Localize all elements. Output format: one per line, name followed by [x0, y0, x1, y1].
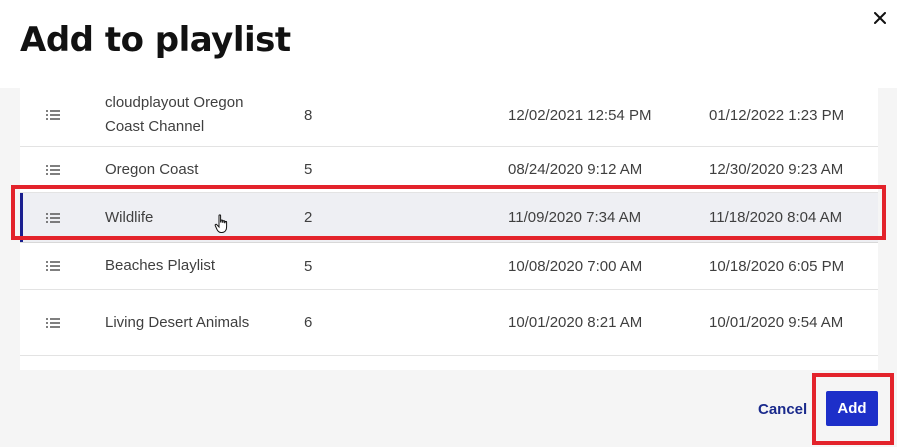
- playlist-item-count: 2: [304, 209, 313, 226]
- playlist-name: Living Desert Animals: [105, 313, 250, 331]
- playlist-created-date: 08/24/2020 9:12 AM: [508, 161, 643, 178]
- playlist-modified-date: 10/18/2020 6:05 PM: [709, 257, 845, 275]
- add-to-playlist-dialog: Add to playlist cloudplayout Oregon Coas…: [0, 0, 897, 447]
- playlist-row[interactable]: Living Desert Animals 6 10/01/2020 8:21 …: [20, 290, 878, 356]
- playlist-row[interactable]: cloudplayout Oregon Coast Channel 8 12/0…: [20, 88, 878, 147]
- hand-cursor-icon: [214, 214, 228, 233]
- playlist-created-date: 11/09/2020 7:34 AM: [508, 209, 642, 226]
- playlist-item-count: 8: [304, 106, 313, 124]
- list-icon: [46, 290, 60, 355]
- playlist-item-count: 5: [304, 257, 313, 275]
- playlist-item-count: 5: [304, 161, 313, 178]
- dialog-title: Add to playlist: [20, 20, 291, 60]
- playlist-created-date: 10/08/2020 7:00 AM: [508, 257, 643, 275]
- list-icon: [46, 88, 60, 146]
- list-icon: [46, 193, 60, 242]
- dialog-header: Add to playlist: [0, 0, 897, 88]
- playlist-modified-date: 11/18/2020 8:04 AM: [709, 209, 843, 226]
- playlist-name: Wildlife: [105, 208, 154, 226]
- close-button[interactable]: [868, 6, 892, 30]
- playlist-created-date: 12/02/2021 12:54 PM: [508, 106, 652, 124]
- playlist-row-selected[interactable]: Wildlife 2 11/09/2020 7:34 AM 11/18/2020…: [20, 193, 878, 243]
- close-icon: [874, 12, 886, 24]
- playlist-modified-date: 12/30/2020 9:23 AM: [709, 161, 844, 178]
- list-icon: [46, 147, 60, 192]
- playlist-row[interactable]: Oregon Coast 5 08/24/2020 9:12 AM 12/30/…: [20, 147, 878, 193]
- playlist-modified-date: 01/12/2022 1:23 PM: [709, 106, 845, 124]
- playlist-name: Oregon Coast: [105, 160, 199, 178]
- selection-indicator: [20, 193, 23, 242]
- add-button[interactable]: Add: [826, 391, 878, 426]
- playlist-name: Beaches Playlist: [105, 257, 216, 274]
- cancel-button[interactable]: Cancel: [758, 395, 807, 423]
- playlist-item-count: 6: [304, 314, 313, 331]
- playlist-row[interactable]: Beaches Playlist 5 10/08/2020 7:00 AM 10…: [20, 243, 878, 290]
- list-icon: [46, 243, 60, 289]
- playlist-created-date: 10/01/2020 8:21 AM: [508, 314, 643, 331]
- playlist-modified-date: 10/01/2020 9:54 AM: [709, 314, 844, 331]
- playlist-list[interactable]: cloudplayout Oregon Coast Channel 8 12/0…: [20, 88, 878, 370]
- playlist-name: cloudplayout Oregon Coast Channel: [105, 94, 244, 135]
